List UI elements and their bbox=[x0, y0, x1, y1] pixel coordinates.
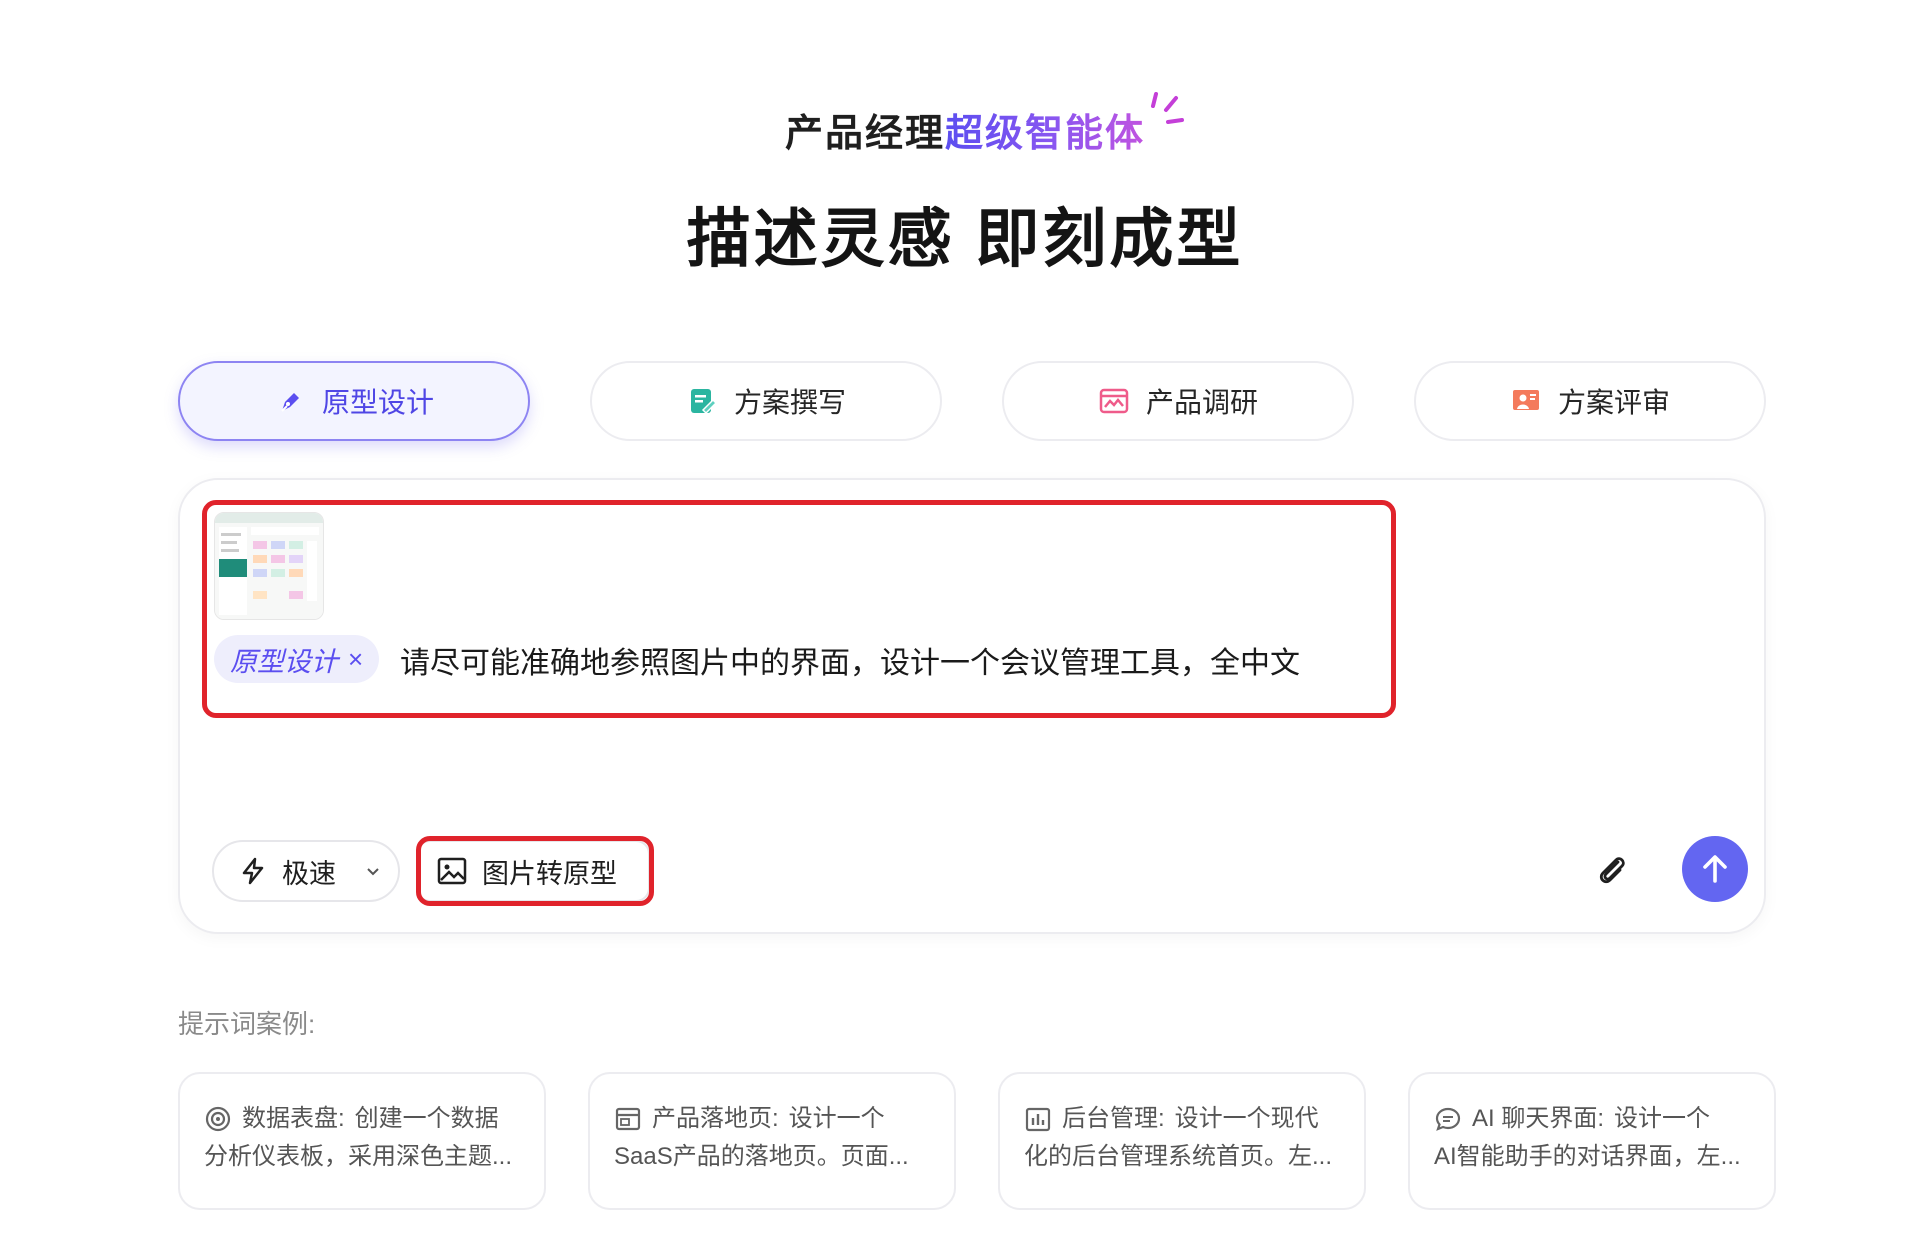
examples-label: 提示词案例: bbox=[178, 1009, 316, 1039]
browser-window-icon bbox=[614, 1105, 642, 1133]
mode-tabs: 原型设计 方案撰写 产品调研 方案评审 bbox=[178, 361, 1766, 443]
chat-bubble-icon bbox=[1434, 1105, 1462, 1133]
card-text: 设计一个 bbox=[788, 1105, 885, 1132]
card-text: 创建一个数据 bbox=[354, 1105, 499, 1132]
highlight-box bbox=[202, 500, 1396, 718]
tab-label: 产品调研 bbox=[1145, 387, 1258, 418]
example-card-dashboard[interactable]: 数据表盘: 创建一个数据 分析仪表板，采用深色主题... bbox=[178, 1072, 546, 1210]
subtitle: 产品经理超级智能体 bbox=[0, 102, 1930, 157]
tab-label: 方案撰写 bbox=[733, 387, 846, 418]
card-text: 分析仪表板，采用深色主题... bbox=[204, 1143, 513, 1170]
speed-mode-dropdown[interactable]: 极速 bbox=[212, 840, 400, 902]
prompt-composer: 原型设计 × 请尽可能准确地参照图片中的界面，设计一个会议管理工具，全中文 极速… bbox=[178, 478, 1766, 934]
subtitle-highlight: 超级智能体 bbox=[945, 113, 1146, 155]
gauge-icon bbox=[204, 1105, 232, 1133]
card-title: 产品落地页: bbox=[652, 1105, 779, 1132]
tab-prototype-design[interactable]: 原型设计 bbox=[178, 361, 530, 441]
subtitle-plain: 产品经理 bbox=[784, 113, 945, 155]
example-card-ai-chat[interactable]: AI 聊天界面: 设计一个 AI智能助手的对话界面，左... bbox=[1408, 1072, 1776, 1210]
tab-label: 原型设计 bbox=[321, 387, 434, 418]
card-text: AI智能助手的对话界面，左... bbox=[1434, 1143, 1741, 1170]
tab-proposal-writing[interactable]: 方案撰写 bbox=[590, 361, 942, 441]
image-icon bbox=[437, 857, 467, 885]
speed-mode-label: 极速 bbox=[282, 858, 336, 889]
lightning-icon bbox=[242, 857, 264, 885]
card-text: 设计一个现代 bbox=[1174, 1105, 1319, 1132]
arrow-up-icon bbox=[1703, 855, 1727, 883]
card-title: AI 聊天界面: bbox=[1472, 1105, 1605, 1132]
card-text: 化的后台管理系统首页。左... bbox=[1024, 1143, 1333, 1170]
chevron-down-icon bbox=[367, 868, 379, 876]
card-text: 设计一个 bbox=[1614, 1105, 1711, 1132]
page-title: 描述灵感 即刻成型 bbox=[686, 203, 1244, 275]
send-button[interactable] bbox=[1682, 836, 1748, 902]
card-title: 数据表盘: bbox=[242, 1105, 345, 1132]
tab-label: 方案评审 bbox=[1557, 387, 1670, 418]
doc-edit-icon bbox=[686, 385, 718, 417]
paperclip-icon[interactable] bbox=[1592, 850, 1632, 890]
tab-proposal-review[interactable]: 方案评审 bbox=[1414, 361, 1766, 441]
tab-product-research[interactable]: 产品调研 bbox=[1002, 361, 1354, 441]
pen-icon bbox=[274, 385, 306, 417]
example-card-admin[interactable]: 后台管理: 设计一个现代 化的后台管理系统首页。左... bbox=[998, 1072, 1366, 1210]
presentation-icon bbox=[1510, 385, 1542, 417]
sparkle-icon bbox=[1151, 92, 1184, 124]
chart-window-icon bbox=[1098, 385, 1130, 417]
bar-chart-icon bbox=[1024, 1105, 1052, 1133]
image-to-prototype-button[interactable]: 图片转原型 bbox=[416, 840, 650, 902]
example-card-landing-page[interactable]: 产品落地页: 设计一个 SaaS产品的落地页。页面... bbox=[588, 1072, 956, 1210]
card-text: SaaS产品的落地页。页面... bbox=[614, 1143, 909, 1170]
card-title: 后台管理: bbox=[1062, 1105, 1165, 1132]
image-to-prototype-label: 图片转原型 bbox=[482, 858, 617, 889]
